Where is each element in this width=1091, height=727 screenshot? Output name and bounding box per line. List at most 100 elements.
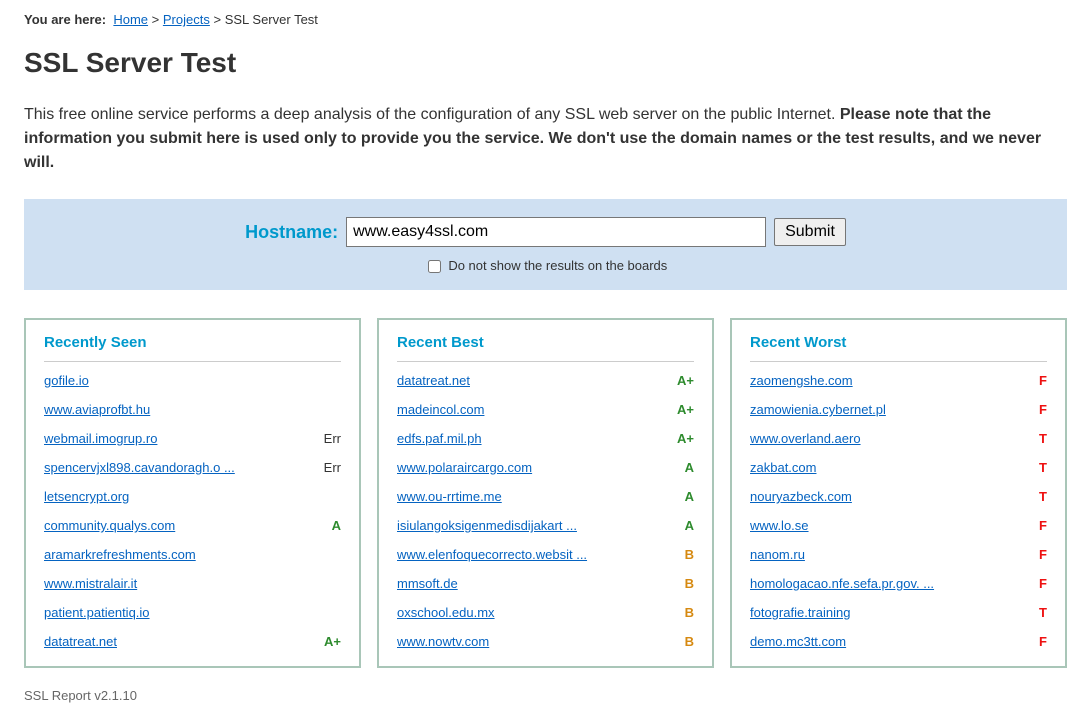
recent-best-title: Recent Best [397,334,694,362]
domain-link[interactable]: www.nowtv.com [397,634,489,649]
list-item: www.nowtv.com B [397,627,694,656]
breadcrumb-home-link[interactable]: Home [113,12,148,27]
grade-badge: A [670,489,694,504]
breadcrumb-sep: > [213,12,224,27]
list-item: demo.mc3tt.com F [750,627,1047,656]
grade-badge: B [670,576,694,591]
domain-link[interactable]: datatreat.net [44,634,117,649]
domain-link[interactable]: madeincol.com [397,402,484,417]
recently-seen-title: Recently Seen [44,334,341,362]
grade-badge: A [317,518,341,533]
recent-best-board: Recent Best datatreat.netA+madeincol.com… [377,318,714,668]
grade-badge: B [670,634,694,649]
hide-results-checkbox[interactable] [428,260,441,273]
domain-link[interactable]: gofile.io [44,373,89,388]
domain-link[interactable]: zamowienia.cybernet.pl [750,402,886,417]
domain-link[interactable]: www.mistralair.it [44,576,137,591]
grade-badge: F [1023,373,1047,388]
boards-container: Recently Seen gofile.io www.aviaprofbt.hu… [24,318,1067,668]
list-item: www.mistralair.it [44,569,341,598]
grade-badge: F [1023,634,1047,649]
domain-link[interactable]: demo.mc3tt.com [750,634,846,649]
grade-badge: F [1023,547,1047,562]
list-item: patient.patientiq.io [44,598,341,627]
hostname-input[interactable] [346,217,766,247]
list-item: isiulangoksigenmedisdijakart ... A [397,511,694,540]
recently-seen-board: Recently Seen gofile.io www.aviaprofbt.hu… [24,318,361,668]
intro-text: This free online service performs a deep… [24,103,1067,175]
grade-badge: T [1023,605,1047,620]
grade-badge: A [670,518,694,533]
grade-badge: A+ [670,431,694,446]
domain-link[interactable]: spencervjxl898.cavandoragh.o ... [44,460,235,475]
domain-link[interactable]: nouryazbeck.com [750,489,852,504]
grade-badge: A+ [670,402,694,417]
breadcrumb: You are here: Home > Projects > SSL Serv… [24,12,1067,27]
domain-link[interactable]: webmail.imogrup.ro [44,431,157,446]
domain-link[interactable]: edfs.paf.mil.ph [397,431,482,446]
list-item: zamowienia.cybernet.pl F [750,395,1047,424]
submit-button[interactable]: Submit [774,218,846,246]
domain-link[interactable]: nanom.ru [750,547,805,562]
breadcrumb-label: You are here: [24,12,106,27]
page-title: SSL Server Test [24,47,1067,79]
list-item: homologacao.nfe.sefa.pr.gov. ...F [750,569,1047,598]
list-item: zaomengshe.com F [750,366,1047,395]
domain-link[interactable]: zaomengshe.com [750,373,853,388]
domain-link[interactable]: www.overland.aero [750,431,861,446]
grade-badge: A [670,460,694,475]
list-item: community.qualys.com A [44,511,341,540]
domain-link[interactable]: datatreat.net [397,373,470,388]
list-item: nanom.ru F [750,540,1047,569]
breadcrumb-sep: > [152,12,163,27]
list-item: www.lo.se F [750,511,1047,540]
list-item: webmail.imogrup.roErr [44,424,341,453]
list-item: datatreat.netA+ [397,366,694,395]
hide-results-row: Do not show the results on the boards [48,257,1043,276]
domain-link[interactable]: zakbat.com [750,460,816,475]
domain-link[interactable]: www.elenfoquecorrecto.websit ... [397,547,587,562]
hostname-form-row: Hostname: Submit [48,217,1043,247]
domain-link[interactable]: mmsoft.de [397,576,458,591]
list-item: nouryazbeck.comT [750,482,1047,511]
grade-badge: B [670,605,694,620]
list-item: spencervjxl898.cavandoragh.o ... Err [44,453,341,482]
recent-worst-list: zaomengshe.com Fzamowienia.cybernet.pl Fww… [750,366,1047,656]
hide-results-label: Do not show the results on the boards [448,258,667,273]
grade-badge: F [1023,402,1047,417]
domain-link[interactable]: letsencrypt.org [44,489,129,504]
breadcrumb-current: SSL Server Test [225,12,318,27]
list-item: www.overland.aero T [750,424,1047,453]
list-item: fotografie.training T [750,598,1047,627]
domain-link[interactable]: patient.patientiq.io [44,605,150,620]
domain-link[interactable]: www.polaraircargo.com [397,460,532,475]
list-item: mmsoft.de B [397,569,694,598]
grade-badge: T [1023,460,1047,475]
list-item: www.polaraircargo.com A [397,453,694,482]
intro-plain: This free online service performs a deep… [24,106,840,123]
recent-worst-title: Recent Worst [750,334,1047,362]
footer-version: SSL Report v2.1.10 [24,688,1067,703]
list-item: www.ou-rrtime.me A [397,482,694,511]
breadcrumb-projects-link[interactable]: Projects [163,12,210,27]
recent-best-list: datatreat.netA+madeincol.comA+edfs.paf.m… [397,366,694,656]
hostname-form-panel: Hostname: Submit Do not show the results… [24,199,1067,290]
domain-link[interactable]: www.lo.se [750,518,809,533]
domain-link[interactable]: isiulangoksigenmedisdijakart ... [397,518,577,533]
domain-link[interactable]: community.qualys.com [44,518,175,533]
domain-link[interactable]: www.aviaprofbt.hu [44,402,150,417]
domain-link[interactable]: homologacao.nfe.sefa.pr.gov. ... [750,576,934,591]
recently-seen-list: gofile.io www.aviaprofbt.hu webmail.imogru… [44,366,341,656]
domain-link[interactable]: aramarkrefreshments.com [44,547,196,562]
list-item: gofile.io [44,366,341,395]
grade-badge: Err [317,460,341,475]
domain-link[interactable]: oxschool.edu.mx [397,605,495,620]
grade-badge: B [670,547,694,562]
domain-link[interactable]: fotografie.training [750,605,850,620]
grade-badge: T [1023,431,1047,446]
grade-badge: F [1023,518,1047,533]
list-item: edfs.paf.mil.ph A+ [397,424,694,453]
domain-link[interactable]: www.ou-rrtime.me [397,489,502,504]
list-item: www.elenfoquecorrecto.websit ... B [397,540,694,569]
list-item: zakbat.com T [750,453,1047,482]
